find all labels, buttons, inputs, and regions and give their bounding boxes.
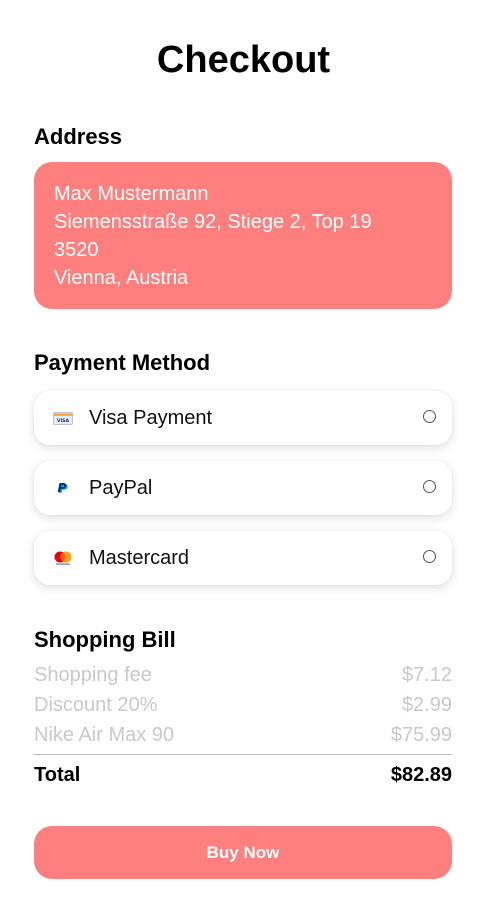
address-street: Siemensstraße 92, Stiege 2, Top 19	[54, 211, 372, 233]
payment-option-mastercard[interactable]: Mastercard	[34, 531, 452, 585]
bill-row-shopping-fee: Shopping fee $7.12	[34, 663, 452, 687]
address-city-country: Vienna, Austria	[54, 267, 189, 289]
mastercard-icon	[52, 549, 74, 567]
bill-divider	[34, 754, 452, 755]
address-name: Max Mustermann	[54, 183, 209, 205]
address-heading: Address	[34, 124, 123, 149]
payment-option-label: Visa Payment	[89, 407, 213, 429]
payment-option-label: Mastercard	[89, 547, 190, 569]
page-title: Checkout	[156, 39, 331, 81]
visa-card-icon: VISA	[52, 409, 74, 427]
bill-row-discount: Discount 20% $2.99	[34, 693, 452, 717]
payment-option-paypal[interactable]: P P PayPal	[34, 461, 452, 515]
checkout-page: Checkout Address Max Mustermann Siemenss…	[0, 0, 497, 915]
bill-item-label: Nike Air Max 90	[34, 724, 175, 746]
bill-item-amount: $75.99	[390, 724, 452, 746]
payment-radio-paypal[interactable]	[423, 480, 436, 493]
address-card[interactable]: Max Mustermann Siemensstraße 92, Stiege …	[34, 162, 452, 309]
payment-option-visa[interactable]: VISA Visa Payment	[34, 391, 452, 445]
payment-option-label: PayPal	[89, 477, 153, 499]
shopping-bill-heading: Shopping Bill	[34, 627, 176, 652]
paypal-icon: P P	[52, 479, 74, 497]
payment-radio-visa[interactable]	[423, 410, 436, 423]
bill-total-row: Total $82.89	[34, 763, 452, 787]
buy-now-button[interactable]: Buy Now	[34, 826, 452, 879]
payment-radio-mastercard[interactable]	[423, 550, 436, 563]
total-label: Total	[34, 764, 81, 786]
bill-item-amount: $2.99	[401, 694, 452, 716]
payment-method-heading: Payment Method	[34, 350, 211, 375]
bill-item-label: Discount 20%	[34, 694, 158, 716]
total-amount: $82.89	[390, 764, 452, 786]
bill-row-product: Nike Air Max 90 $75.99	[34, 723, 452, 747]
address-postal-code: 3520	[54, 239, 99, 261]
bill-item-label: Shopping fee	[34, 664, 152, 686]
bill-item-amount: $7.12	[401, 664, 452, 686]
svg-text:P: P	[58, 481, 67, 495]
svg-text:VISA: VISA	[57, 418, 70, 424]
